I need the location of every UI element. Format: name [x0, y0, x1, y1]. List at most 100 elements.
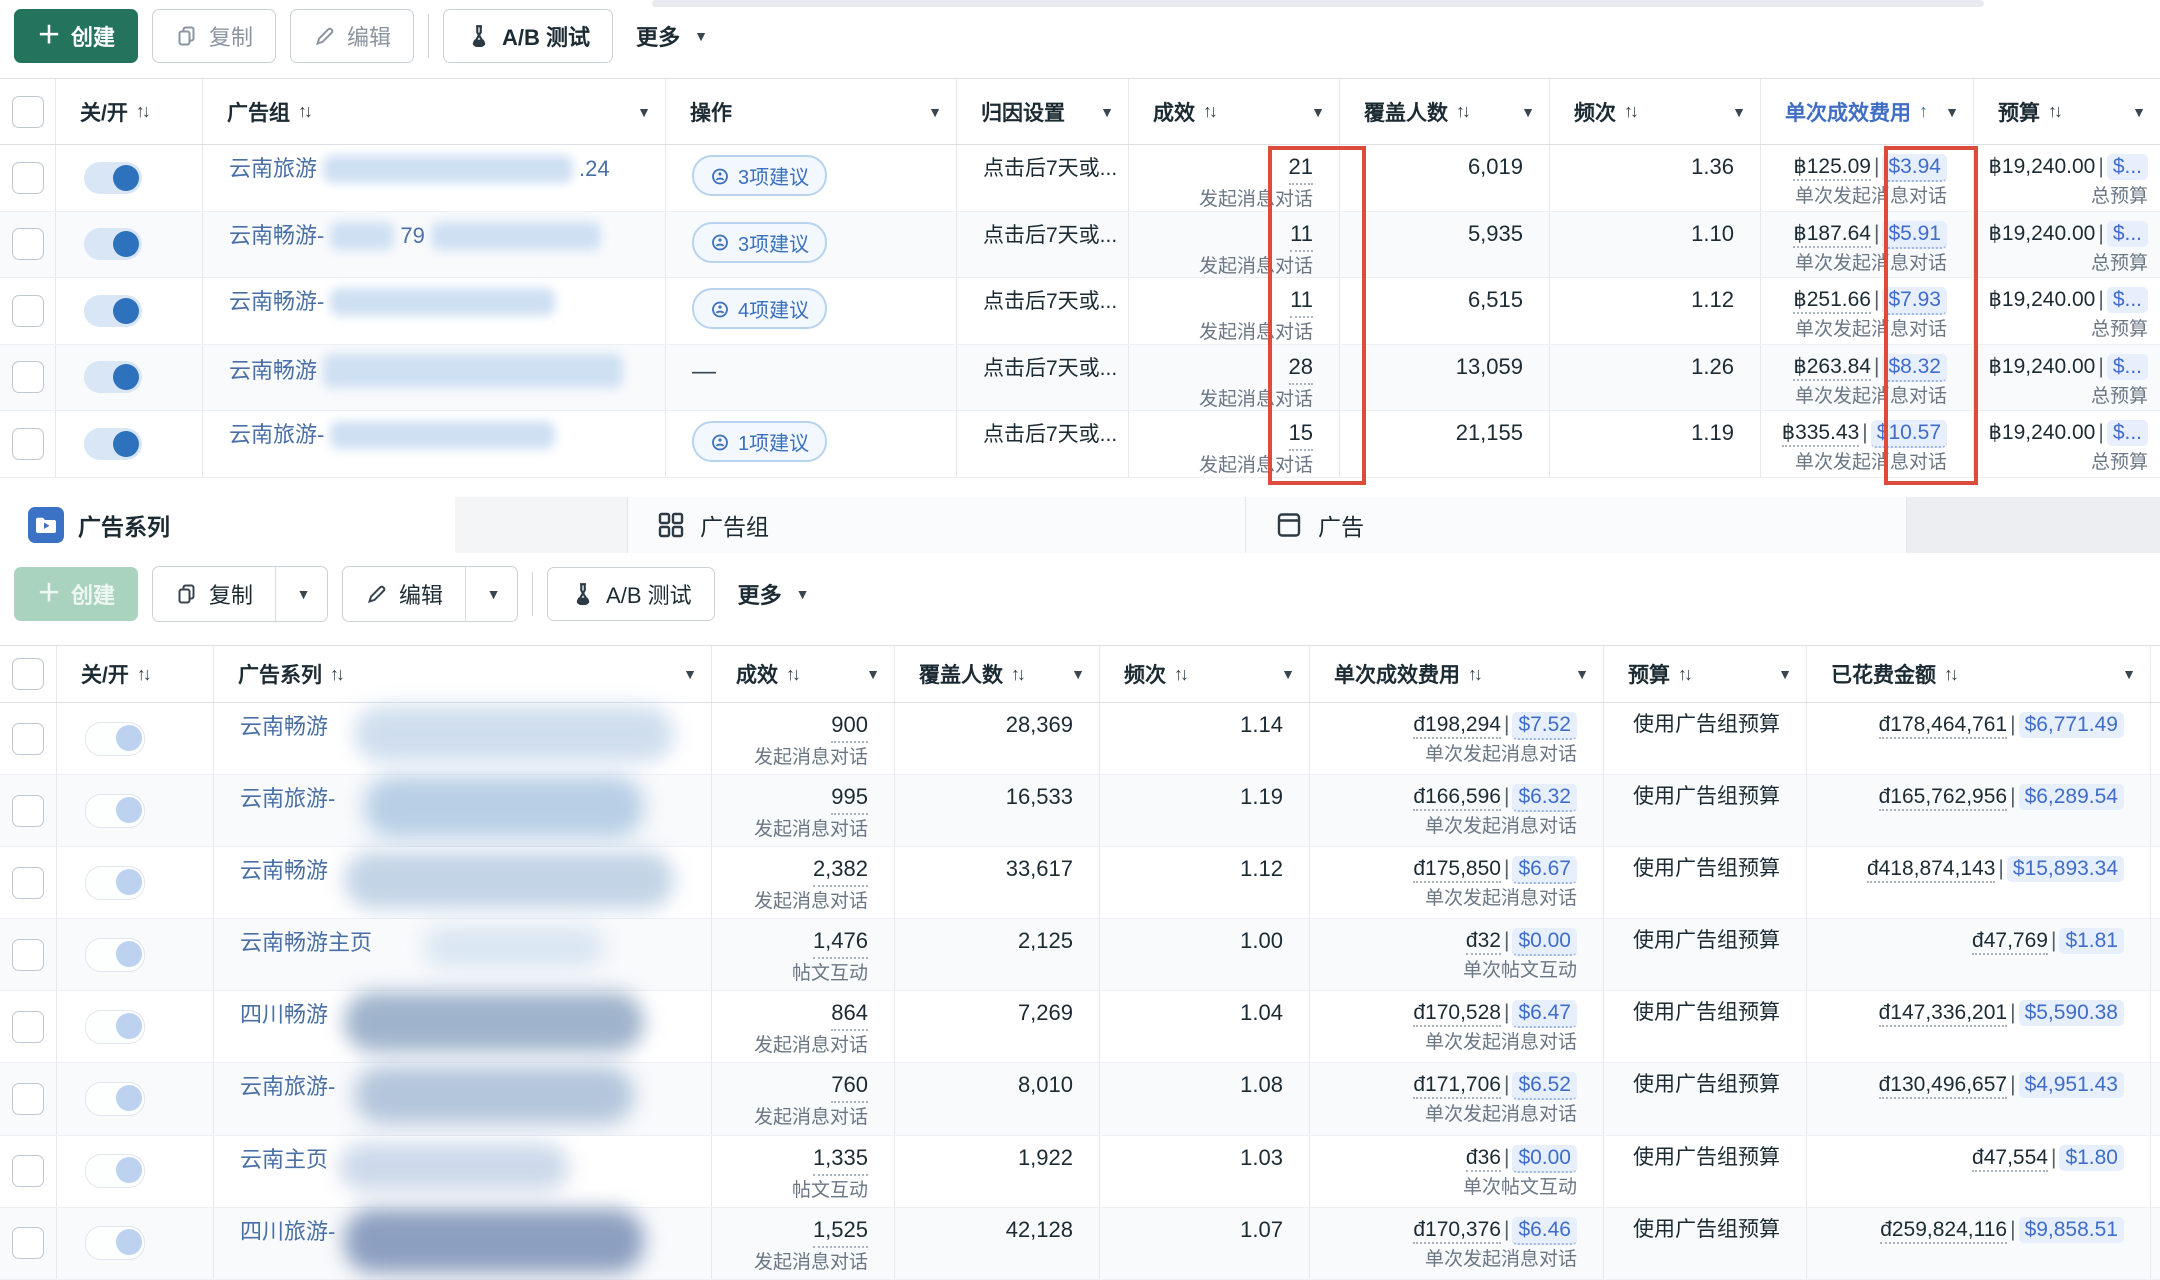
row-checkbox[interactable]	[12, 162, 44, 194]
filter-caret-icon[interactable]: ▼	[683, 666, 711, 682]
spent-local-link[interactable]: đ259,824,116	[1880, 1218, 2007, 1244]
campaign-name-link[interactable]: 云南主页	[240, 1145, 328, 1175]
cost-usd-link[interactable]: $0.00	[1512, 928, 1577, 956]
adset-name-link[interactable]: 云南畅游-79	[229, 221, 607, 251]
adset-name-link[interactable]: 云南旅游.24	[229, 154, 610, 184]
row-checkbox[interactable]	[12, 1011, 44, 1043]
filter-caret-icon[interactable]: ▼	[1100, 104, 1128, 120]
column-header-cost-per-result[interactable]: 单次成效费用↑ ▼	[1761, 79, 1974, 144]
status-toggle[interactable]	[84, 295, 142, 327]
column-header-reach[interactable]: 覆盖人数↑↓ ▼	[1340, 79, 1550, 144]
recommendations-badge[interactable]: 4项建议	[692, 288, 827, 329]
filter-caret-icon[interactable]: ▼	[1521, 104, 1549, 120]
filter-caret-icon[interactable]: ▼	[1575, 666, 1603, 682]
result-value-link[interactable]: 1,525	[813, 1215, 868, 1248]
cost-local-link[interactable]: ฿251.66	[1793, 288, 1871, 314]
cost-local-link[interactable]: ฿125.09	[1793, 155, 1871, 181]
budget-usd-link[interactable]: $...	[2107, 221, 2148, 247]
row-checkbox[interactable]	[12, 1155, 44, 1187]
cost-local-link[interactable]: đ175,850	[1413, 857, 1501, 883]
budget-usd-link[interactable]: $...	[2107, 287, 2148, 313]
cost-usd-link[interactable]: $0.00	[1512, 1145, 1577, 1173]
cost-local-link[interactable]: ฿263.84	[1793, 355, 1871, 381]
result-value-link[interactable]: 2,382	[813, 854, 868, 887]
spent-local-link[interactable]: đ47,769	[1972, 929, 2048, 955]
status-toggle[interactable]	[84, 428, 142, 460]
spent-local-link[interactable]: đ130,496,657	[1879, 1073, 2007, 1099]
campaign-name-link[interactable]: 四川旅游-	[240, 1217, 335, 1247]
result-value-link[interactable]: 995	[831, 782, 868, 815]
status-toggle[interactable]	[85, 938, 145, 972]
status-toggle[interactable]	[84, 162, 142, 194]
copy-button[interactable]: 复制	[152, 9, 276, 63]
cost-usd-link[interactable]: $6.67	[1512, 856, 1577, 884]
tab-ads[interactable]: 广告	[1246, 497, 1907, 553]
status-toggle[interactable]	[84, 361, 142, 393]
adset-name-link[interactable]: 云南旅游-	[229, 420, 561, 450]
row-checkbox[interactable]	[12, 795, 44, 827]
more-button[interactable]: 更多 ▼	[627, 9, 717, 63]
cost-usd-link[interactable]: $6.47	[1512, 1000, 1577, 1028]
ab-test-button[interactable]: A/B 测试	[547, 567, 715, 621]
result-value-link[interactable]: 1,476	[813, 926, 868, 959]
column-header-amount-spent[interactable]: 已花费金额↑↓ ▼	[1807, 646, 2151, 702]
filter-caret-icon[interactable]: ▼	[2122, 666, 2150, 682]
more-button[interactable]: 更多 ▼	[729, 567, 819, 621]
column-header-result[interactable]: 成效↑↓ ▼	[1129, 79, 1340, 144]
column-header-cost-per-result[interactable]: 单次成效费用↑↓ ▼	[1310, 646, 1604, 702]
cost-usd-link[interactable]: $6.32	[1512, 784, 1577, 812]
result-value-link[interactable]: 28	[1289, 352, 1313, 385]
column-header-reach[interactable]: 覆盖人数↑↓ ▼	[895, 646, 1100, 702]
cost-local-link[interactable]: ฿335.43	[1782, 421, 1860, 447]
column-header-budget[interactable]: 预算↑↓ ▼	[1974, 79, 2160, 144]
edit-dropdown-button[interactable]: ▼	[465, 567, 517, 621]
spent-local-link[interactable]: đ47,554	[1972, 1146, 2048, 1172]
filter-caret-icon[interactable]: ▼	[1732, 104, 1760, 120]
filter-caret-icon[interactable]: ▼	[1311, 104, 1339, 120]
recommendations-badge[interactable]: 3项建议	[692, 155, 827, 196]
filter-caret-icon[interactable]: ▼	[2132, 104, 2160, 120]
copy-button[interactable]: 复制	[153, 567, 275, 621]
result-value-link[interactable]: 15	[1289, 418, 1313, 451]
status-toggle[interactable]	[85, 866, 145, 900]
column-header-frequency[interactable]: 频次↑↓ ▼	[1100, 646, 1310, 702]
cost-local-link[interactable]: ฿187.64	[1793, 222, 1871, 248]
campaign-name-link[interactable]: 云南畅游	[240, 856, 328, 886]
status-toggle[interactable]	[85, 1010, 145, 1044]
row-checkbox[interactable]	[12, 723, 44, 755]
row-checkbox[interactable]	[12, 867, 44, 899]
cost-local-link[interactable]: đ166,596	[1413, 785, 1501, 811]
cost-usd-link[interactable]: $8.32	[1882, 354, 1947, 382]
adset-name-link[interactable]: 云南畅游	[229, 354, 629, 388]
tab-campaigns[interactable]: 广告系列	[0, 497, 455, 553]
cost-usd-link[interactable]: $7.93	[1882, 287, 1947, 315]
campaign-name-link[interactable]: 四川畅游	[240, 1000, 328, 1030]
create-button[interactable]: ＋ 创建	[14, 567, 138, 621]
column-header-campaign-name[interactable]: 广告系列↑↓ ▼	[214, 646, 712, 702]
status-toggle[interactable]	[85, 1226, 145, 1260]
recommendations-badge[interactable]: 1项建议	[692, 421, 827, 462]
column-header-toggle[interactable]: 关/开↑↓	[56, 79, 203, 144]
budget-usd-link[interactable]: $...	[2107, 420, 2148, 446]
row-checkbox[interactable]	[12, 295, 44, 327]
cost-local-link[interactable]: đ36	[1466, 1146, 1501, 1172]
filter-caret-icon[interactable]: ▼	[1945, 104, 1973, 120]
filter-caret-icon[interactable]: ▼	[1778, 666, 1806, 682]
filter-caret-icon[interactable]: ▼	[1071, 666, 1099, 682]
select-all-checkbox[interactable]	[12, 658, 44, 690]
create-button[interactable]: ＋ 创建	[14, 9, 138, 63]
row-checkbox[interactable]	[12, 228, 44, 260]
cost-local-link[interactable]: đ171,706	[1413, 1073, 1501, 1099]
copy-dropdown-button[interactable]: ▼	[275, 567, 327, 621]
filter-caret-icon[interactable]: ▼	[866, 666, 894, 682]
cost-local-link[interactable]: đ170,528	[1413, 1001, 1501, 1027]
spent-local-link[interactable]: đ178,464,761	[1879, 713, 2007, 739]
campaign-name-link[interactable]: 云南畅游	[240, 712, 328, 742]
result-value-link[interactable]: 21	[1289, 152, 1313, 185]
status-toggle[interactable]	[84, 228, 142, 260]
result-value-link[interactable]: 864	[831, 998, 868, 1031]
result-value-link[interactable]: 1,335	[813, 1143, 868, 1176]
campaign-name-link[interactable]: 云南畅游主页	[240, 928, 372, 958]
row-checkbox[interactable]	[12, 1083, 44, 1115]
column-header-adset-name[interactable]: 广告组↑↓ ▼	[203, 79, 666, 144]
